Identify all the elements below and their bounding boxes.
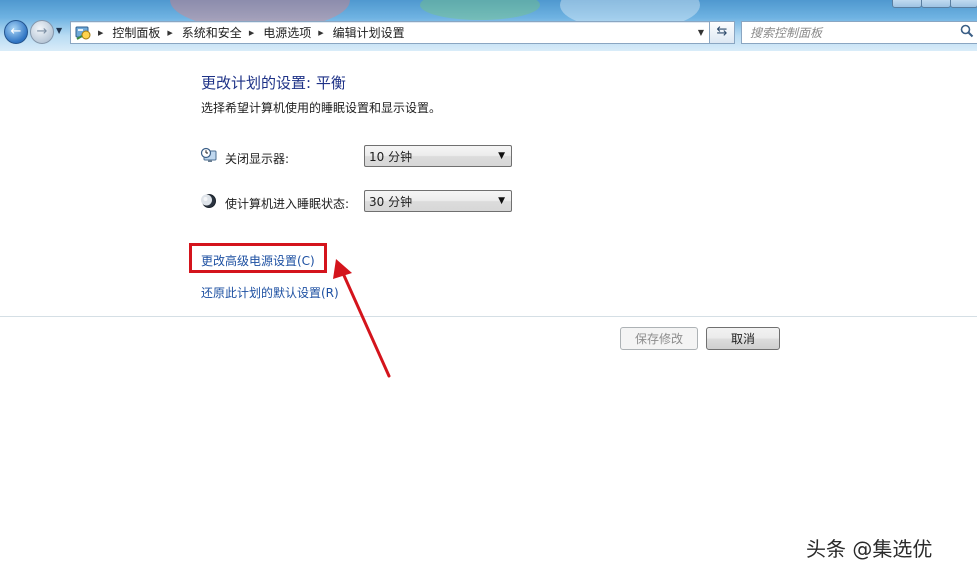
annotation-arrow-head: [333, 259, 352, 279]
watermark: 头条 @集选优: [806, 537, 933, 561]
annotation-arrow: [333, 259, 391, 378]
annotation-arrow-shaft: [340, 269, 391, 378]
